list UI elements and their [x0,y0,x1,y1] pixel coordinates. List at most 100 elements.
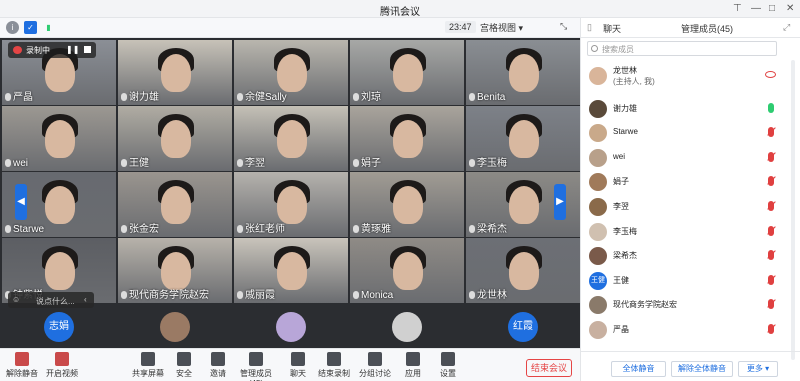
share-screen-button[interactable]: 共享屏幕 [128,352,168,379]
participant-name-text: 张金宏 [129,224,159,235]
member-name: wei [613,152,625,161]
window-title: 腾讯会议 [380,7,420,18]
mic-icon [121,93,127,101]
mic-icon [469,225,475,233]
video-tile[interactable]: 刘琼 [350,40,464,105]
close-icon[interactable]: ✕ [786,3,794,14]
mic-icon [469,93,475,101]
pause-recording-icon[interactable]: ❚❚ [66,45,79,54]
recording-cloud-icon [13,46,22,54]
mic-muted-icon[interactable] [768,299,774,310]
panel-tabs: ▯ 聊天 管理成员(45) ⤢ [581,18,800,38]
invite-button[interactable]: 邀请 [198,352,238,379]
emoji-icon[interactable]: ☺ [12,295,20,304]
video-tile[interactable]: 娟子 [350,106,464,171]
avatar-cell[interactable]: 志娟 [2,308,116,348]
video-tile[interactable]: wei [2,106,116,171]
panel-close-icon[interactable]: ⤢ [783,22,790,33]
maximize-icon[interactable]: □ [769,3,775,14]
member-row[interactable]: wei [581,146,791,170]
member-row[interactable]: 王健 王健 [581,269,791,293]
apps-button[interactable]: 应用 [393,352,433,379]
member-row[interactable]: 龙世林 (主持人, 我) [581,64,791,88]
mic-muted-icon[interactable] [768,324,774,334]
avatar-strip: 志娟 红霞 [0,308,580,348]
avatar-cell[interactable]: 红霞 [466,308,580,348]
avatar-cell[interactable] [118,308,232,348]
collapse-icon[interactable]: ‹ [84,295,87,304]
video-tile[interactable]: 李玉梅 [466,106,580,171]
member-row[interactable]: 娟子 [581,170,791,194]
video-tile[interactable]: 黄琢雅 [350,172,464,237]
mute-all-button[interactable]: 全体静音 [611,361,666,377]
prev-page-button[interactable]: ◀ [15,184,27,220]
video-tile[interactable]: 李翌 [234,106,348,171]
person-face [277,252,307,290]
video-tile[interactable]: 王健 [118,106,232,171]
settings-button[interactable]: 设置 [428,352,468,379]
unmute-button[interactable]: 解除静音 [2,352,42,379]
member-name-text: 龙世林 [613,66,637,75]
member-row[interactable]: 李翌 [581,195,791,219]
end-meeting-button[interactable]: 结束会议 [526,359,572,377]
avatar-cell[interactable] [234,308,348,348]
minimize-view-icon[interactable]: ⤡ [560,21,567,32]
manage-members-button[interactable]: 管理成员(45) [236,352,276,381]
video-tile[interactable]: 张红老师 [234,172,348,237]
member-row[interactable]: 严晶 [581,318,791,342]
person-face [45,252,75,290]
stop-recording-icon[interactable] [84,46,91,53]
panel-toggle-icon[interactable]: ▯ [587,22,592,33]
member-row[interactable]: 梁希杰 [581,244,791,268]
video-tile[interactable]: 余健Sally [234,40,348,105]
mic-icon [121,291,127,299]
member-row[interactable]: Starwe [581,121,791,145]
video-tile[interactable]: 龙世林 [466,238,580,303]
member-row[interactable]: 谢力雄 [581,97,791,121]
video-off-icon[interactable] [765,71,776,78]
member-avatar [589,198,607,216]
chat-quick-input[interactable]: ☺ 说点什么... ‹ [8,292,94,308]
member-avatar [589,296,607,315]
more-button[interactable]: 更多 ▾ [738,361,778,377]
mic-icon [237,93,243,101]
mic-muted-icon[interactable] [768,127,774,138]
mic-on-icon[interactable] [768,102,774,113]
stop-recording-button[interactable]: 结束录制 [314,352,354,379]
share-screen-icon [141,352,155,366]
video-tile[interactable]: 戚丽霞 [234,238,348,303]
mic-muted-icon[interactable] [768,201,774,211]
avatar-cell[interactable] [350,308,464,348]
mic-muted-icon[interactable] [768,151,774,162]
member-name-text: 梁希杰 [613,251,637,261]
minimize-icon[interactable]: — [751,3,761,14]
video-tile[interactable]: 谢力雄 [118,40,232,105]
chat-button[interactable]: 聊天 [278,352,318,379]
start-video-button[interactable]: 开启视频 [42,352,82,379]
mic-muted-icon[interactable] [768,274,774,285]
mic-muted-icon[interactable] [768,225,774,236]
member-search-input[interactable]: 搜索成员 [587,41,777,56]
invite-icon [211,352,225,366]
mic-muted-icon[interactable] [768,176,774,187]
info-icon[interactable]: i [6,21,19,34]
pin-icon[interactable]: ⊤ [733,3,742,14]
video-tile[interactable]: Monica [350,238,464,303]
breakout-rooms-button[interactable]: 分组讨论 [355,352,395,379]
security-shield-icon[interactable]: ✓ [24,21,37,34]
person-face [509,120,539,158]
video-tile[interactable]: Benita [466,40,580,105]
tab-chat[interactable]: 聊天 [603,22,621,35]
view-mode-button[interactable]: 宫格视图 ▾ [480,21,523,34]
next-page-button[interactable]: ▶ [554,184,566,220]
mic-muted-icon[interactable] [768,250,774,261]
unmute-all-button[interactable]: 解除全体静音 [671,361,733,377]
members-scrollbar[interactable] [791,60,795,360]
video-tile[interactable]: 张金宏 [118,172,232,237]
member-row[interactable]: 现代商务学院赵宏 [581,293,791,317]
participant-name: Starwe [5,224,44,235]
member-row[interactable]: 李玉梅 [581,220,791,244]
tab-members[interactable]: 管理成员(45) [681,22,733,35]
video-tile[interactable]: 现代商务学院赵宏 [118,238,232,303]
participant-name: 王健 [121,154,149,169]
